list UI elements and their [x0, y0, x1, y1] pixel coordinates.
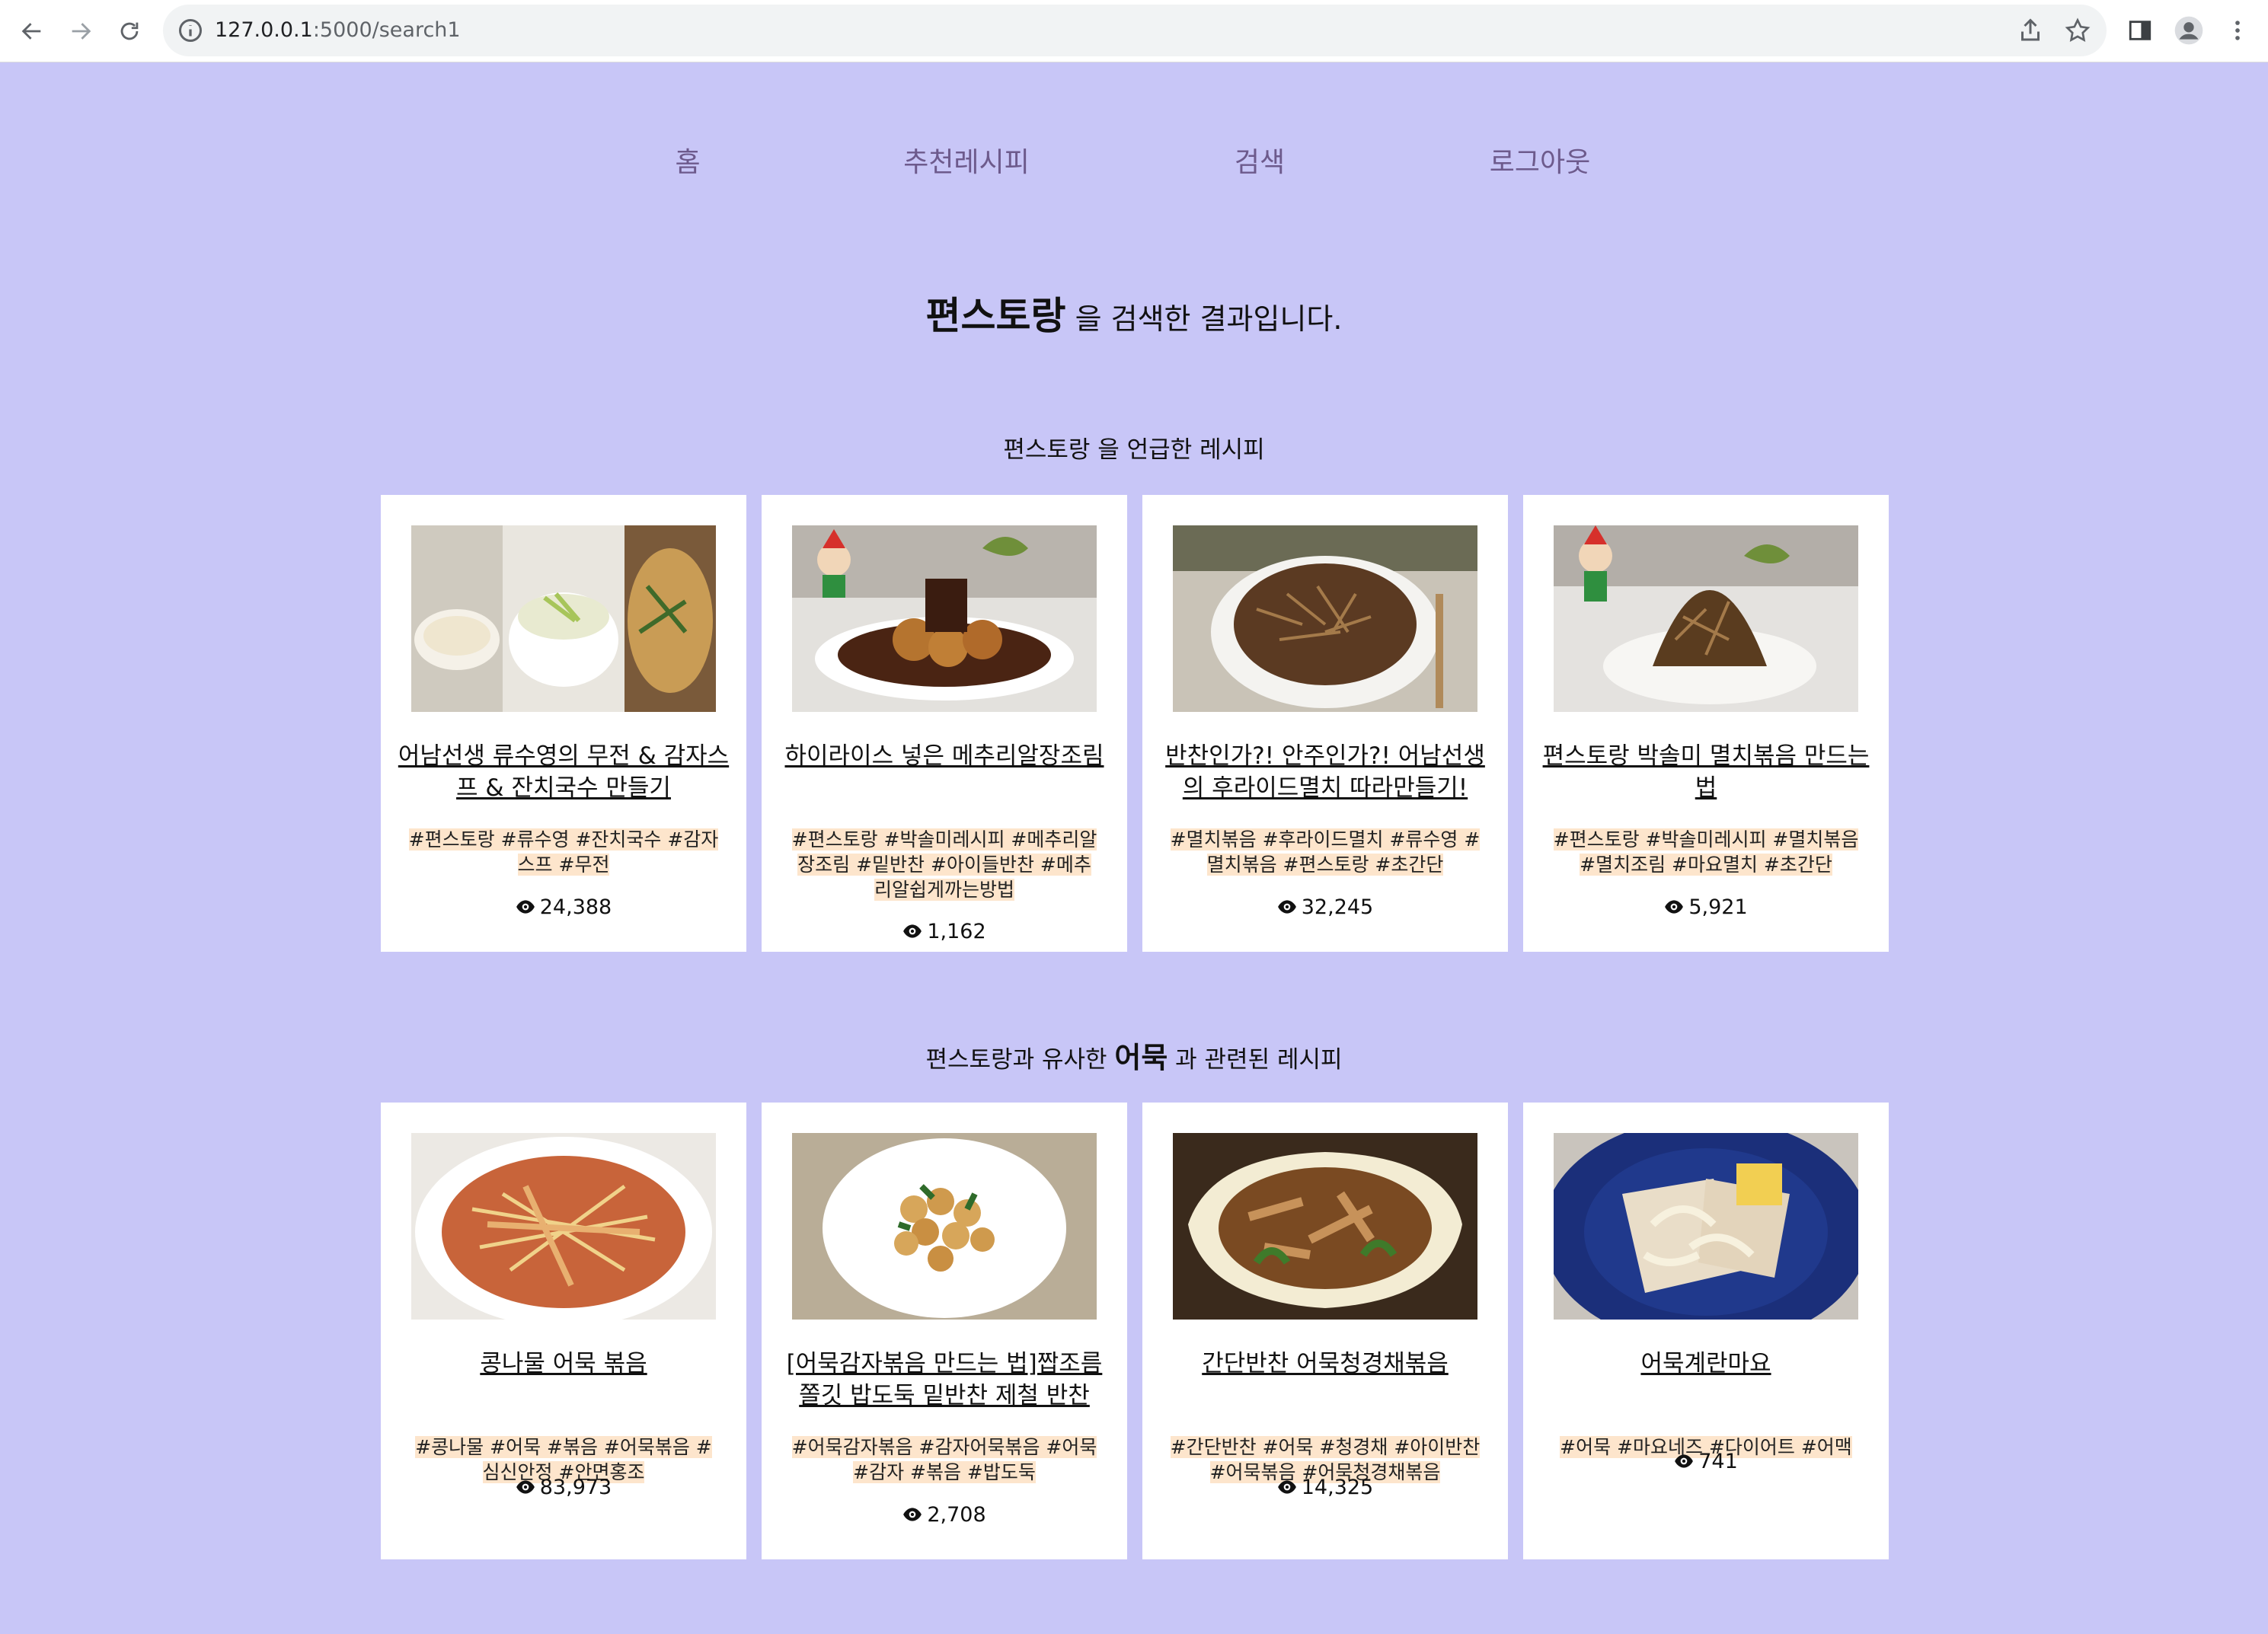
forward-button[interactable]	[62, 13, 99, 49]
eye-icon	[1675, 1454, 1694, 1468]
recipe-thumbnail[interactable]	[1554, 525, 1858, 712]
recipe-view-count: 32,245	[1301, 895, 1374, 919]
recipe-title-link[interactable]: 콩나물 어묵 볶음	[398, 1348, 730, 1380]
info-icon[interactable]	[177, 17, 204, 44]
section-mentioned-title: 편스토랑 을 언급한 레시피	[1003, 436, 1265, 464]
site-nav: 홈 추천레시피 검색 로그아웃	[0, 129, 2268, 190]
recipe-title-link[interactable]: 어묵계란마요	[1540, 1348, 1872, 1380]
recipe-tags-text: #편스토랑 #박솔미레시피 #메추리알장조림 #밑반찬 #아이들반찬 #메추리알…	[791, 828, 1097, 901]
reload-button[interactable]	[111, 13, 148, 49]
recipe-title-link[interactable]: 간단반찬 어묵청경채볶음	[1159, 1348, 1491, 1380]
recipe-tags: #어묵감자볶음 #감자어묵볶음 #어묵 #감자 #볶음 #밥도둑	[789, 1435, 1100, 1485]
recipe-title-link[interactable]: 반찬인가?! 안주인가?! 어남선생의 후라이드멸치 따라만들기!	[1159, 740, 1491, 804]
recipe-title-link[interactable]: 어남선생 류수영의 무전 & 감자스프 & 잔치국수 만들기	[398, 740, 730, 804]
recipe-views: 83,973	[381, 1476, 746, 1499]
address-bar[interactable]: 127.0.0.1:5000/search1	[163, 5, 2107, 56]
recipe-view-count: 1,162	[927, 920, 986, 943]
recipe-tags: #멸치볶음 #후라이드멸치 #류수영 #멸치볶음 #편스토랑 #초간단	[1170, 827, 1481, 877]
recipe-tags-text: #어묵감자볶음 #감자어묵볶음 #어묵 #감자 #볶음 #밥도둑	[791, 1436, 1097, 1483]
recipe-thumbnail[interactable]	[411, 1133, 716, 1320]
recipe-views: 741	[1523, 1450, 1889, 1473]
eye-icon	[1665, 900, 1684, 914]
mentioned-recipe-list: 어남선생 류수영의 무전 & 감자스프 & 잔치국수 만들기 #편스토랑 #류수…	[381, 495, 1889, 952]
recipe-card[interactable]: 콩나물 어묵 볶음 #콩나물 #어묵 #볶음 #어묵볶음 #심신안정 #안면홍조…	[381, 1103, 746, 1559]
recipe-tags: #편스토랑 #류수영 #잔치국수 #감자스프 #무전	[408, 827, 719, 877]
recipe-thumbnail[interactable]	[1173, 1133, 1477, 1320]
recipe-card[interactable]: [어묵감자볶음 만드는 법]짭조름 쫄깃 밥도둑 밑반찬 제철 반찬 #어묵감자…	[762, 1103, 1127, 1559]
recipe-view-count: 5,921	[1688, 895, 1748, 919]
eye-icon	[1277, 1480, 1296, 1494]
recipe-views: 2,708	[762, 1503, 1127, 1527]
profile-button[interactable]	[2174, 15, 2204, 46]
side-panel-icon	[2129, 21, 2151, 40]
kebab-menu-icon	[2235, 21, 2240, 40]
recipe-views: 5,921	[1523, 895, 1889, 919]
reload-icon	[120, 22, 139, 40]
recipe-views: 1,162	[762, 920, 1127, 943]
eye-icon	[516, 900, 535, 914]
eye-icon	[903, 1508, 922, 1521]
recipe-tags-text: #편스토랑 #박솔미레시피 #멸치볶음 #멸치조림 #마요멸치 #초간단	[1553, 828, 1859, 876]
search-keyword: 편스토랑	[925, 294, 1066, 338]
back-button[interactable]	[14, 13, 50, 49]
browser-toolbar: 127.0.0.1:5000/search1	[0, 0, 2268, 62]
back-arrow-icon	[21, 23, 41, 40]
browser-menu-button[interactable]	[2222, 15, 2253, 46]
nav-logout[interactable]: 로그아웃	[1490, 140, 1590, 180]
recipe-tags: #편스토랑 #박솔미레시피 #멸치볶음 #멸치조림 #마요멸치 #초간단	[1551, 827, 1861, 877]
recipe-card[interactable]: 간단반찬 어묵청경채볶음 #간단반찬 #어묵 #청경채 #아이반찬 #어묵볶음 …	[1142, 1103, 1508, 1559]
share-icon[interactable]	[2017, 17, 2044, 44]
recipe-views: 14,325	[1142, 1476, 1508, 1499]
nav-home[interactable]: 홈	[675, 140, 700, 180]
recipe-view-count: 83,973	[539, 1476, 612, 1499]
recipe-views: 24,388	[381, 895, 746, 919]
recipe-thumbnail[interactable]	[411, 525, 716, 712]
recipe-views: 32,245	[1142, 895, 1508, 919]
recipe-thumbnail[interactable]	[1554, 1133, 1858, 1320]
forward-arrow-icon	[72, 23, 91, 40]
section-related-title: 편스토랑과 유사한 어묵 과 관련된 레시피	[0, 1034, 2268, 1076]
recipe-thumbnail[interactable]	[792, 1133, 1097, 1320]
url-host: 127.0.0.1	[215, 18, 313, 42]
nav-recommended-recipes[interactable]: 추천레시피	[903, 140, 1030, 180]
recipe-card[interactable]: 편스토랑 박솔미 멸치볶음 만드는 법 #편스토랑 #박솔미레시피 #멸치볶음 …	[1523, 495, 1889, 952]
bookmark-star-icon[interactable]	[2064, 17, 2091, 44]
recipe-tags: #편스토랑 #박솔미레시피 #메추리알장조림 #밑반찬 #아이들반찬 #메추리알…	[789, 827, 1100, 902]
nav-search[interactable]: 검색	[1235, 140, 1285, 180]
recipe-view-count: 741	[1698, 1450, 1738, 1473]
recipe-card[interactable]: 하이라이스 넣은 메추리알장조림 #편스토랑 #박솔미레시피 #메추리알장조림 …	[762, 495, 1127, 952]
recipe-tags-text: #멸치볶음 #후라이드멸치 #류수영 #멸치볶음 #편스토랑 #초간단	[1170, 828, 1481, 876]
url-text[interactable]: 127.0.0.1:5000/search1	[215, 18, 461, 42]
recipe-title-link[interactable]: 편스토랑 박솔미 멸치볶음 만드는 법	[1540, 740, 1872, 804]
recipe-card[interactable]: 반찬인가?! 안주인가?! 어남선생의 후라이드멸치 따라만들기! #멸치볶음 …	[1142, 495, 1508, 952]
recipe-tags-text: #편스토랑 #류수영 #잔치국수 #감자스프 #무전	[408, 828, 719, 876]
recipe-card[interactable]: 어남선생 류수영의 무전 & 감자스프 & 잔치국수 만들기 #편스토랑 #류수…	[381, 495, 746, 952]
related-recipe-list: 콩나물 어묵 볶음 #콩나물 #어묵 #볶음 #어묵볶음 #심신안정 #안면홍조…	[381, 1103, 1889, 1559]
section-related-suffix: 과 관련된 레시피	[1168, 1046, 1343, 1074]
recipe-view-count: 2,708	[927, 1503, 986, 1527]
eye-icon	[903, 924, 922, 938]
recipe-title-link[interactable]: 하이라이스 넣은 메추리알장조림	[778, 740, 1110, 772]
recipe-card[interactable]: 어묵계란마요 #어묵 #마요네즈 #다이어트 #어맥 741	[1523, 1103, 1889, 1559]
side-panel-button[interactable]	[2125, 15, 2155, 46]
recipe-view-count: 24,388	[539, 895, 612, 919]
search-result-suffix: 을 검색한 결과입니다.	[1065, 302, 1343, 336]
eye-icon	[516, 1480, 535, 1494]
search-result-heading: 편스토랑 을 검색한 결과입니다.	[0, 286, 2268, 340]
recipe-title-link[interactable]: [어묵감자볶음 만드는 법]짭조름 쫄깃 밥도둑 밑반찬 제철 반찬	[778, 1348, 1110, 1412]
related-keyword: 어묵	[1114, 1041, 1168, 1074]
eye-icon	[1277, 900, 1296, 914]
url-path: :5000/search1	[312, 18, 461, 42]
profile-avatar-icon	[2174, 16, 2203, 45]
recipe-thumbnail[interactable]	[792, 525, 1097, 712]
section-related-prefix: 편스토랑과 유사한	[925, 1046, 1115, 1074]
recipe-view-count: 14,325	[1301, 1476, 1374, 1499]
recipe-thumbnail[interactable]	[1173, 525, 1477, 712]
